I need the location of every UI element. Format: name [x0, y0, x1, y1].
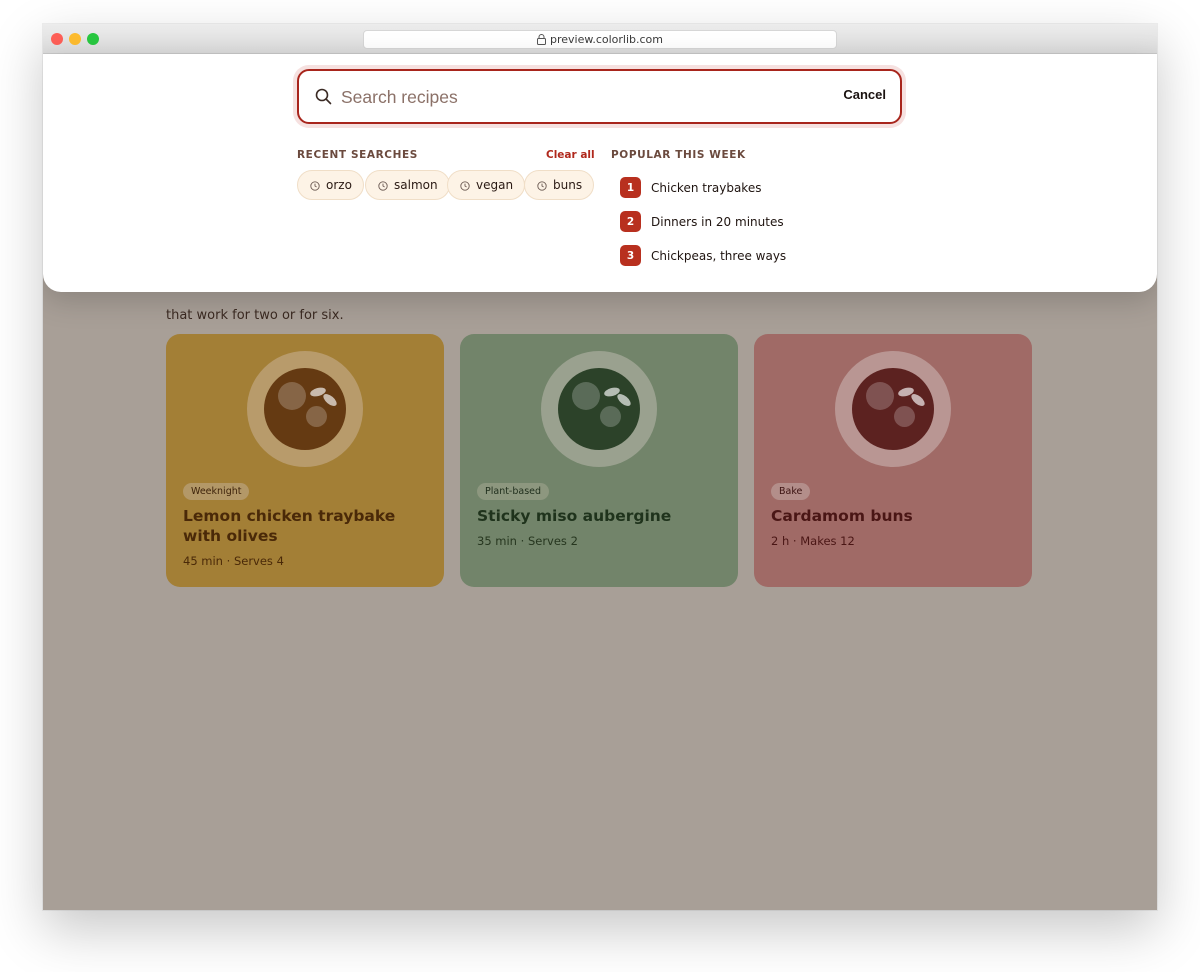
recipe-title: Sticky miso aubergine: [477, 507, 672, 525]
recipe-meta: 35 min · Serves 2: [477, 534, 578, 548]
clear-all-button[interactable]: Clear all: [546, 149, 595, 161]
clock-icon: [378, 180, 388, 191]
recipe-card[interactable]: Weeknight Lemon chicken traybake with ol…: [166, 334, 444, 587]
recipe-tag: Bake: [771, 483, 811, 500]
recipe-tag: Weeknight: [183, 483, 250, 500]
lock-icon: [536, 34, 546, 45]
chip-label: buns: [553, 178, 583, 192]
popular-item-label: Chicken traybakes: [651, 180, 762, 195]
popular-item[interactable]: 3 Chickpeas, three ways: [620, 245, 786, 266]
search-overlay: Cancel RECENT SEARCHES Clear all orzo sa…: [43, 54, 1157, 292]
cancel-button[interactable]: Cancel: [843, 87, 886, 102]
rank-badge: 2: [620, 211, 641, 232]
browser-titlebar: preview.colorlib.com: [43, 24, 1157, 54]
recipe-tag: Plant-based: [477, 483, 550, 500]
clock-icon: [537, 180, 547, 191]
chip-label: salmon: [394, 178, 438, 192]
address-bar[interactable]: preview.colorlib.com: [363, 30, 837, 49]
rank-badge: 1: [620, 177, 641, 198]
dish-illustration: [835, 351, 951, 467]
recent-searches-heading: RECENT SEARCHES: [297, 149, 418, 161]
popular-item[interactable]: 1 Chicken traybakes: [620, 177, 761, 198]
popular-item-label: Dinners in 20 minutes: [651, 214, 784, 229]
recipe-card[interactable]: Bake Cardamom buns 2 h · Makes 12: [754, 334, 1032, 587]
recent-search-chip[interactable]: orzo: [297, 170, 364, 200]
recipe-meta: 45 min · Serves 4: [183, 554, 284, 568]
chip-label: vegan: [476, 178, 514, 192]
clock-icon: [310, 180, 320, 191]
close-window-button[interactable]: [51, 33, 63, 45]
search-icon: [315, 88, 332, 105]
popular-heading: POPULAR THIS WEEK: [611, 149, 746, 161]
clock-icon: [460, 180, 470, 191]
dish-illustration: [247, 351, 363, 467]
chip-label: orzo: [326, 178, 352, 192]
page-subtitle: that work for two or for six.: [166, 308, 344, 323]
dish-illustration: [541, 351, 657, 467]
browser-window: preview.colorlib.com that work for two o…: [43, 24, 1157, 910]
recipe-meta: 2 h · Makes 12: [771, 534, 855, 548]
recipe-title: Lemon chicken traybake with olives: [183, 507, 396, 545]
popular-item[interactable]: 2 Dinners in 20 minutes: [620, 211, 784, 232]
url-text: preview.colorlib.com: [549, 33, 664, 46]
recent-search-chip[interactable]: buns: [524, 170, 595, 200]
maximize-window-button[interactable]: [87, 33, 99, 45]
minimize-window-button[interactable]: [69, 33, 81, 45]
recent-search-chip[interactable]: vegan: [447, 170, 526, 200]
rank-badge: 3: [620, 245, 641, 266]
recipe-card[interactable]: Plant-based Sticky miso aubergine 35 min…: [460, 334, 738, 587]
search-input[interactable]: [341, 83, 821, 111]
recipe-title: Cardamom buns: [771, 507, 913, 525]
recent-search-chip[interactable]: salmon: [365, 170, 450, 200]
popular-item-label: Chickpeas, three ways: [651, 248, 787, 263]
search-box: Cancel: [297, 69, 902, 124]
